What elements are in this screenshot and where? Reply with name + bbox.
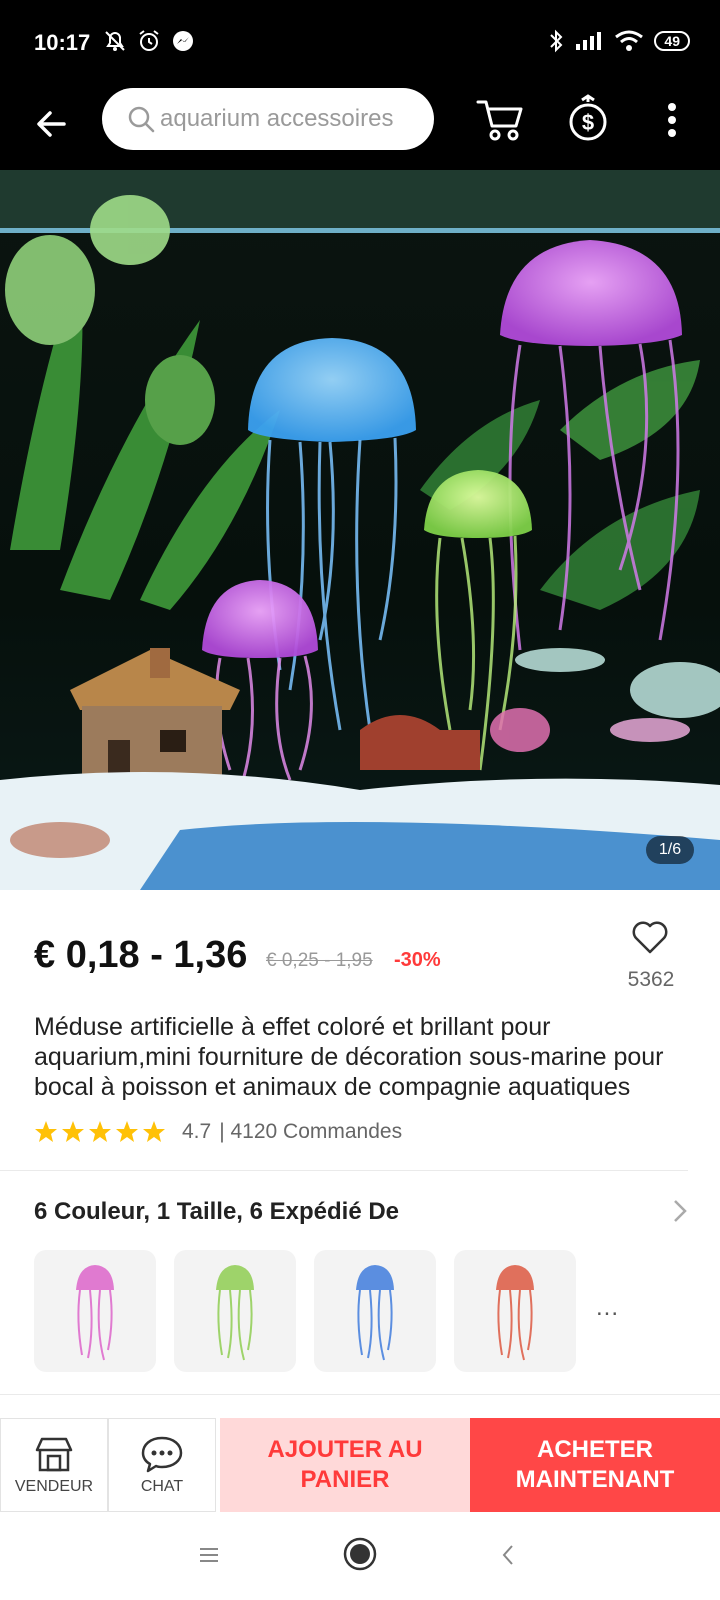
variant-thumbnail-blue[interactable]	[314, 1250, 436, 1372]
star-icon	[143, 1121, 165, 1142]
chat-button[interactable]: CHAT	[108, 1418, 216, 1512]
alarm-icon	[139, 30, 159, 51]
jellyfish-blue-thumbnail	[356, 1265, 394, 1361]
wifi-icon	[615, 30, 644, 51]
divider	[0, 1170, 688, 1171]
store-label: VENDEUR	[14, 1478, 94, 1495]
star-icon	[62, 1121, 84, 1142]
more-variants[interactable]: ...	[596, 1294, 619, 1322]
buy-now-label: ACHETER MAINTENANT	[515, 1436, 675, 1493]
status-time: 10:17	[34, 30, 91, 55]
cart-icon[interactable]	[476, 96, 524, 142]
image-counter-text: 1/6	[658, 841, 682, 858]
product-image[interactable]	[0, 170, 720, 890]
divider	[0, 1394, 720, 1395]
more-options-icon[interactable]	[660, 100, 684, 140]
star-icon	[35, 1121, 57, 1142]
currency-icon[interactable]: $	[566, 94, 610, 144]
price: € 0,18 - 1,36	[34, 934, 248, 976]
heart-icon[interactable]	[630, 918, 670, 958]
back-arrow-icon[interactable]	[30, 102, 74, 146]
orders-count: | 4120 Commandes	[219, 1120, 403, 1143]
bottom-action-bar: VENDEUR CHAT AJOUTER AU PANIER ACHETER M…	[0, 1418, 720, 1512]
chat-label: CHAT	[140, 1478, 184, 1495]
search-icon	[128, 106, 155, 133]
rating-stars	[34, 1120, 166, 1144]
buy-now-button[interactable]: ACHETER MAINTENANT	[470, 1418, 720, 1512]
system-navigation-bar	[0, 1512, 720, 1600]
jellyfish-red-thumbnail	[496, 1265, 534, 1361]
star-icon	[116, 1121, 138, 1142]
variant-thumbnail-red[interactable]	[454, 1250, 576, 1372]
variant-thumbnail-pink[interactable]	[34, 1250, 156, 1372]
variants-summary[interactable]: 6 Couleur, 1 Taille, 6 Expédié De	[34, 1198, 399, 1226]
back-nav-icon[interactable]	[498, 1542, 518, 1568]
rating-value: 4.7	[182, 1120, 212, 1143]
home-icon[interactable]	[342, 1536, 378, 1572]
star-icon	[89, 1121, 111, 1142]
search-input[interactable]: aquarium accessoires	[102, 88, 434, 150]
variant-thumbnail-green[interactable]	[174, 1250, 296, 1372]
bluetooth-icon	[550, 29, 563, 53]
mute-notifications-icon	[105, 31, 125, 51]
aquarium-jellyfish-image	[0, 170, 720, 890]
wishlist-count: 5362	[627, 968, 675, 991]
add-to-cart-label: AJOUTER AU PANIER	[267, 1436, 423, 1493]
chevron-right-icon[interactable]	[672, 1198, 688, 1224]
jellyfish-pink-thumbnail	[76, 1265, 114, 1361]
store-button[interactable]: VENDEUR	[0, 1418, 108, 1512]
store-icon	[35, 1437, 73, 1472]
battery-level: 49	[664, 33, 680, 49]
product-title: Méduse artificielle à effet coloré et br…	[34, 1013, 664, 1101]
search-placeholder: aquarium accessoires	[160, 105, 394, 132]
add-to-cart-button[interactable]: AJOUTER AU PANIER	[220, 1418, 470, 1512]
discount-badge: -30%	[394, 949, 441, 971]
battery-indicator: 49	[654, 31, 690, 51]
signal-icon	[576, 32, 602, 50]
status-bar: 10:17 49	[0, 0, 720, 84]
menu-icon[interactable]	[196, 1542, 222, 1568]
top-bar: aquarium accessoires $	[0, 84, 720, 170]
image-counter: 1/6	[646, 836, 694, 864]
rating-row[interactable]: 4.7 | 4120 Commandes	[34, 1120, 402, 1144]
chat-icon	[141, 1436, 183, 1473]
messenger-icon	[173, 31, 193, 51]
svg-text:$: $	[582, 110, 594, 135]
jellyfish-green-thumbnail	[216, 1265, 254, 1361]
original-price: € 0,25 - 1,95	[266, 950, 373, 971]
